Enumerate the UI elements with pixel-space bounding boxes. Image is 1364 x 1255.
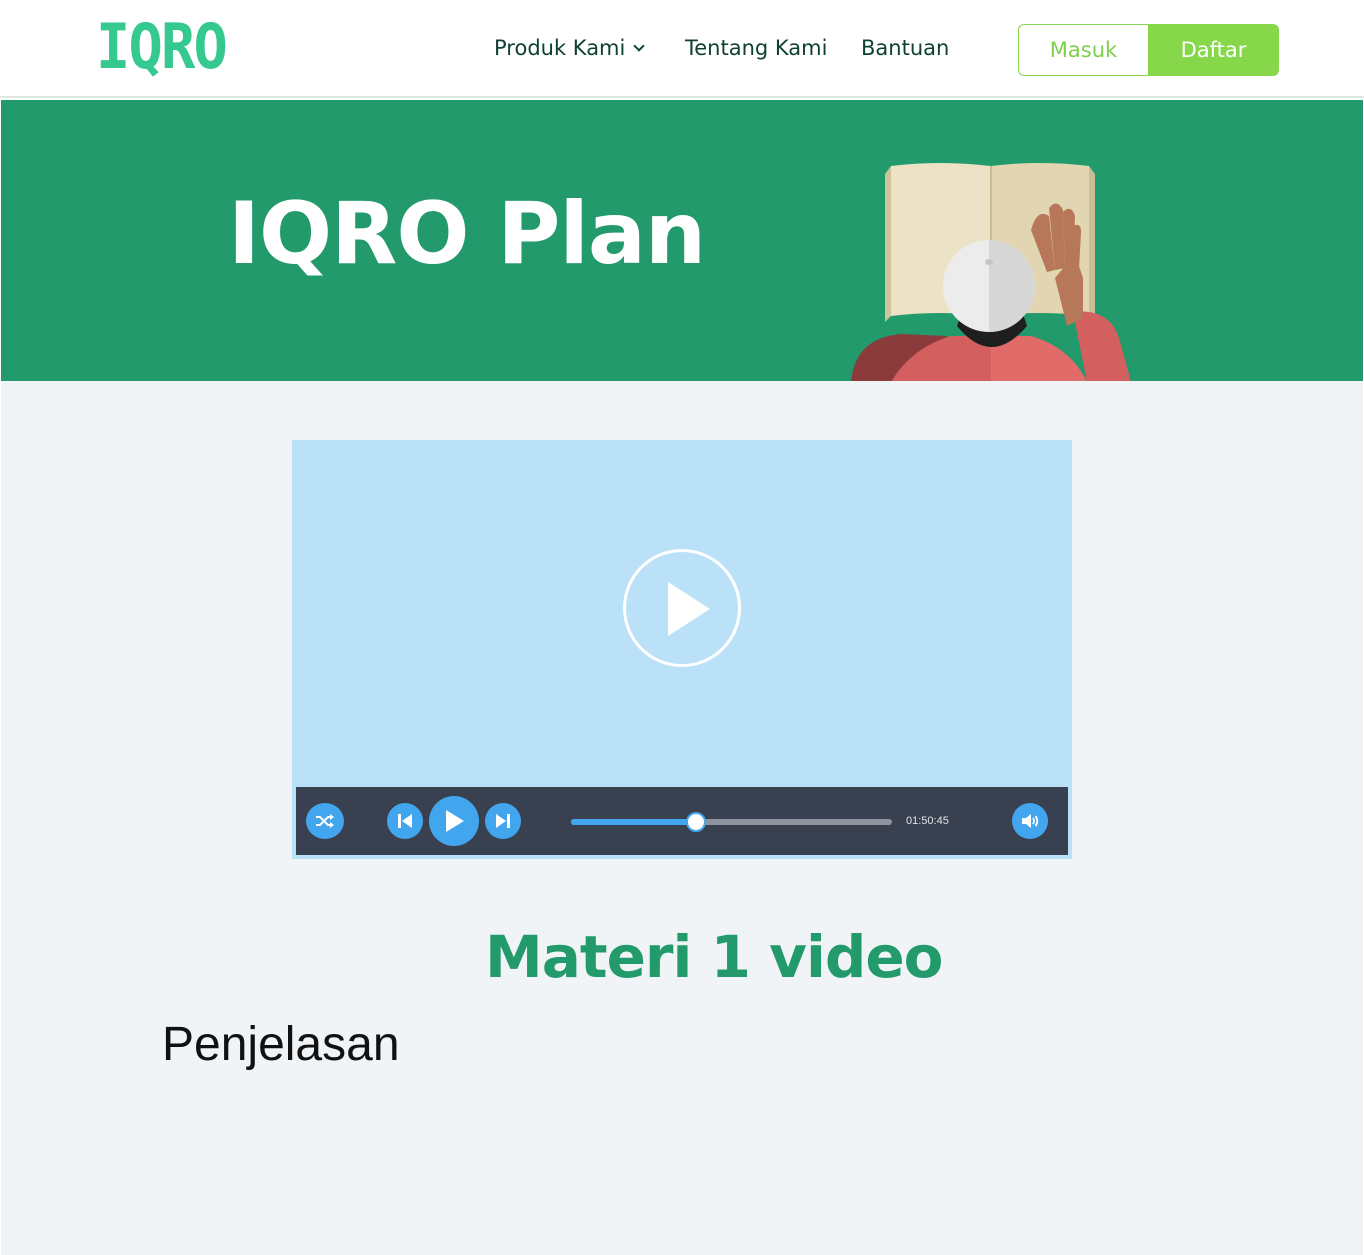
play-icon[interactable] <box>429 796 479 846</box>
progress-fill <box>571 819 697 825</box>
hero-title: IQRO Plan <box>228 184 706 284</box>
daftar-button[interactable]: Daftar <box>1148 24 1279 76</box>
shuffle-icon[interactable] <box>306 803 344 839</box>
person-reading-book-illustration <box>851 163 1131 381</box>
masuk-button[interactable]: Masuk <box>1018 24 1148 76</box>
time-readout: 01:50:45 <box>906 815 949 827</box>
material-description: Penjelasan <box>162 1018 400 1071</box>
next-icon[interactable] <box>485 803 521 839</box>
video-player[interactable]: 01:50:45 <box>292 440 1072 859</box>
hero-banner: IQRO Plan <box>1 100 1363 381</box>
chevron-down-icon <box>633 40 646 52</box>
nav-produk-kami-label: Produk Kami <box>494 36 626 60</box>
nav-bantuan[interactable]: Bantuan <box>861 34 949 62</box>
iqro-logo[interactable]: IQRO <box>96 14 228 80</box>
video-progress-bar[interactable] <box>571 812 892 832</box>
nav-produk-kami[interactable]: Produk Kami <box>494 34 646 62</box>
play-triangle <box>668 582 710 636</box>
main-content: 01:50:45 Materi 1 video Penjelasan <box>1 381 1363 1255</box>
top-header: IQRO Produk Kami Tentang Kami Bantuan Ma… <box>0 0 1364 98</box>
nav-tentang-kami[interactable]: Tentang Kami <box>685 34 827 62</box>
play-icon[interactable] <box>623 549 741 667</box>
progress-thumb[interactable] <box>686 812 707 832</box>
volume-icon[interactable] <box>1012 803 1048 839</box>
material-title: Materi 1 video <box>485 923 944 991</box>
video-controls-bar: 01:50:45 <box>296 787 1068 855</box>
previous-icon[interactable] <box>387 803 423 839</box>
